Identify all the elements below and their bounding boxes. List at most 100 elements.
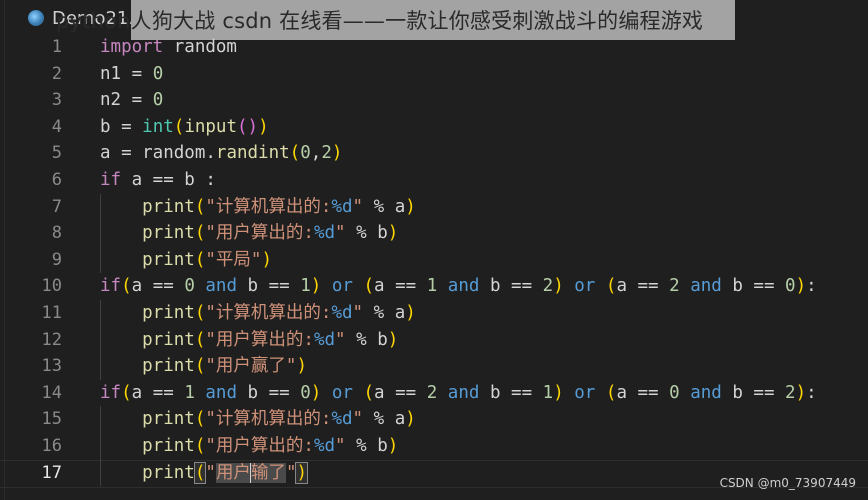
- code-token: (: [194, 356, 206, 377]
- code-token: (: [194, 409, 206, 430]
- code-line[interactable]: print("用户算出的:%d" % b): [100, 220, 398, 247]
- code-token: % b: [345, 436, 388, 456]
- code-token: n1 =: [100, 63, 153, 84]
- code-line[interactable]: print("用户赢了"): [100, 353, 307, 380]
- code-token: or: [563, 276, 596, 297]
- code-token: and: [194, 276, 238, 297]
- code-token: a ==: [374, 382, 427, 403]
- code-token: % a: [363, 303, 406, 323]
- code-token: print: [142, 356, 195, 377]
- code-token: 0: [669, 382, 680, 403]
- code-token: ,: [310, 143, 322, 164]
- code-token: print: [142, 436, 195, 456]
- code-token: print: [142, 249, 195, 270]
- code-token: (: [363, 382, 375, 403]
- line-number: 5: [51, 143, 62, 164]
- code-token: or: [563, 382, 596, 403]
- code-token: (: [363, 276, 375, 297]
- code-token: ": [352, 303, 364, 323]
- code-token: print: [142, 329, 195, 350]
- code-line[interactable]: print("平局"): [100, 247, 272, 274]
- code-line[interactable]: n2 = 0: [100, 87, 163, 114]
- code-token: 2: [542, 276, 554, 297]
- line-number: 2: [51, 63, 62, 84]
- code-line[interactable]: print("计算机算出的:%d" % a): [100, 194, 416, 221]
- code-token: ): [405, 303, 416, 323]
- code-token: 2: [785, 382, 796, 403]
- code-token: 0: [300, 143, 311, 164]
- code-token: if: [100, 382, 122, 403]
- watermark: CSDN @m0_73907449: [719, 476, 856, 490]
- code-line[interactable]: print("用户算出的:%d" % b): [100, 327, 398, 354]
- code-line[interactable]: b = int(input()): [100, 114, 269, 141]
- code-token: ): [387, 223, 399, 244]
- code-token: print: [142, 303, 195, 323]
- code-token: ": [352, 409, 364, 430]
- line-number: 15: [41, 409, 62, 430]
- code-token: :: [806, 276, 817, 297]
- code-token: b =: [100, 116, 143, 137]
- code-line[interactable]: if a == b :: [100, 167, 216, 194]
- code-token: ): [258, 116, 269, 137]
- code-token: ": [335, 223, 346, 244]
- code-line[interactable]: if(a == 0 and b == 1) or (a == 1 and b =…: [100, 273, 817, 300]
- code-line[interactable]: a = random.randint(0,2): [100, 140, 342, 167]
- code-token: "用户算出的:: [205, 223, 314, 244]
- code-token: if: [100, 170, 122, 190]
- code-token: (: [173, 116, 185, 137]
- code-token: % b: [345, 329, 388, 350]
- code-token: and: [437, 276, 480, 297]
- code-token: ): [553, 276, 564, 297]
- code-token: 1: [184, 382, 195, 403]
- code-token: %d: [331, 303, 353, 323]
- code-token: or: [321, 276, 353, 297]
- code-token: random: [163, 37, 237, 57]
- code-token: print: [142, 196, 195, 217]
- code-token: %d: [313, 329, 336, 350]
- code-token: 用户: [215, 462, 251, 483]
- code-token: and: [194, 382, 238, 403]
- code-line[interactable]: print("计算机算出的:%d" % a): [100, 406, 416, 433]
- code-line[interactable]: print("用户输了"): [100, 460, 308, 487]
- code-token: and: [679, 382, 722, 403]
- code-line[interactable]: n1 = 0: [100, 61, 163, 88]
- code-token: 0: [184, 276, 195, 297]
- code-token: import: [100, 37, 164, 57]
- overlay-title-text: python人狗大战 csdn 在线看——一款让你感受刺激战斗的编程游戏: [56, 9, 704, 33]
- code-token: ): [261, 249, 273, 270]
- code-token: "平局": [205, 249, 262, 270]
- code-token: ": [352, 196, 364, 217]
- code-token: print: [142, 462, 195, 483]
- line-number: 10: [41, 276, 62, 297]
- line-number: 11: [41, 303, 62, 323]
- code-token: or: [321, 382, 353, 403]
- line-number: 1: [51, 37, 62, 57]
- code-token: "计算机算出的:: [205, 196, 332, 217]
- line-number: 7: [51, 196, 62, 217]
- line-number: 12: [41, 329, 62, 350]
- indent-guide: [100, 406, 101, 487]
- code-line[interactable]: import random: [100, 34, 237, 61]
- code-line[interactable]: print("计算机算出的:%d" % a): [100, 300, 416, 327]
- code-line[interactable]: print("用户算出的:%d" % b): [100, 433, 398, 460]
- line-number: 13: [41, 356, 62, 377]
- code-token: 1: [542, 382, 554, 403]
- code-token: 输了: [250, 462, 286, 483]
- code-token: b ==: [721, 382, 786, 403]
- line-number: 16: [41, 436, 62, 456]
- code-token: (: [194, 196, 206, 217]
- code-token: ): [795, 382, 807, 403]
- code-token: ): [331, 143, 343, 164]
- code-token: ": [335, 329, 346, 350]
- code-token: 0: [300, 382, 311, 403]
- code-token: b ==: [479, 276, 543, 297]
- code-token: "用户赢了": [205, 356, 297, 377]
- code-token: 0: [152, 63, 164, 84]
- indent-guide: [100, 193, 101, 274]
- code-line[interactable]: if(a == 1 and b == 0) or (a == 2 and b =…: [100, 380, 817, 407]
- code-token: % a: [363, 196, 406, 217]
